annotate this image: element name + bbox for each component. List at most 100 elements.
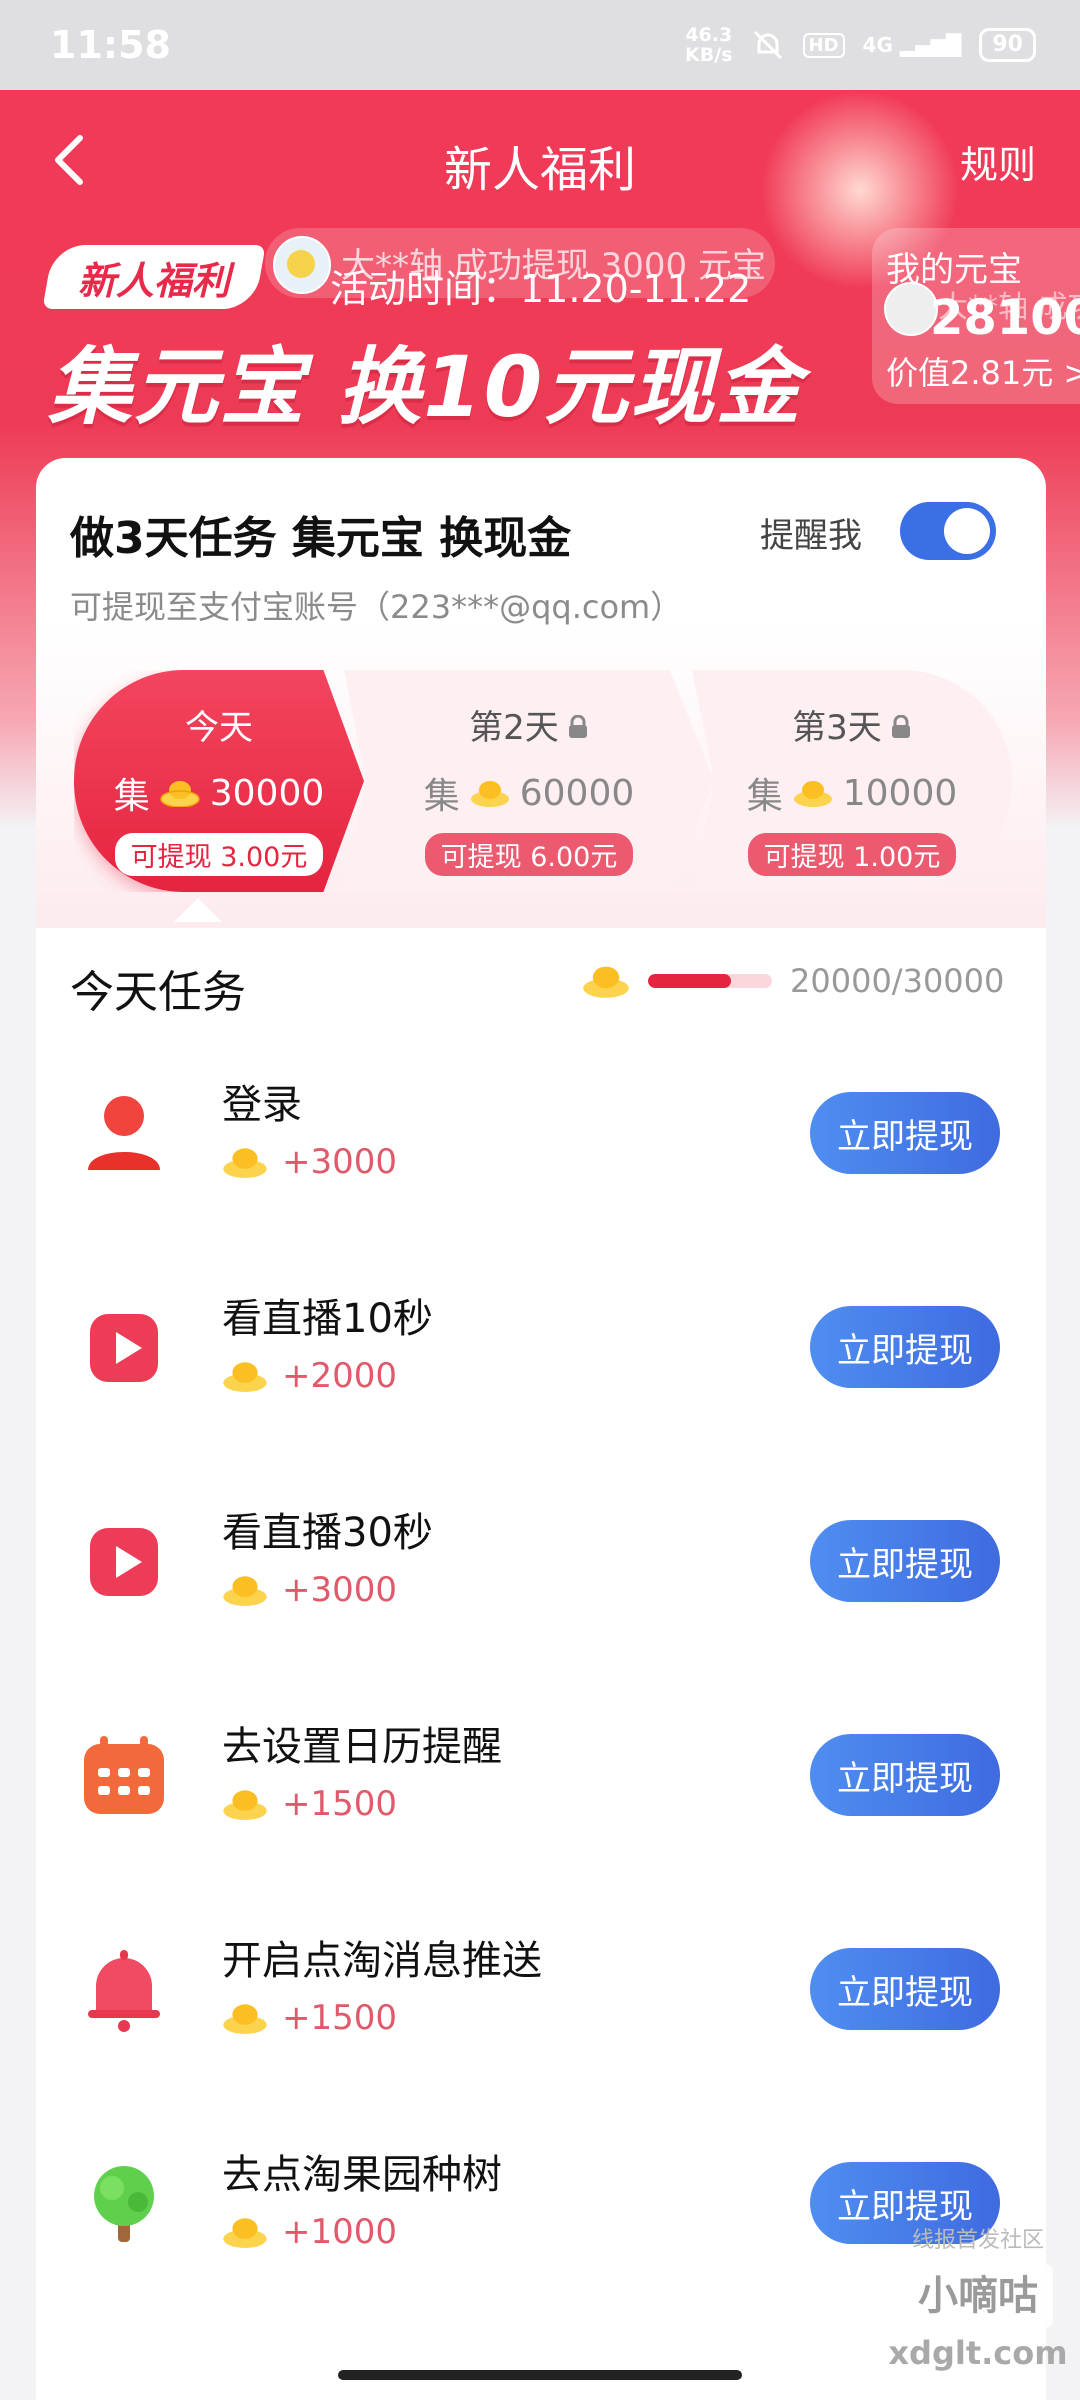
card-title: 做3天任务 集元宝 换现金 (70, 513, 572, 564)
remind-label: 提醒我 (760, 516, 862, 556)
yuanbao-icon (223, 1362, 267, 1392)
day-label: 第2天 (344, 700, 714, 749)
day-step-3[interactable]: 第3天 集 10000 可提现 1.00元 (692, 670, 1012, 892)
withdraw-button[interactable]: 立即提现 (810, 1948, 1000, 2030)
status-icons: 46.3 KB/s HD 4G ▂▄▆█ 90 (685, 25, 1036, 65)
watermark-tagline: 线报首发社区 (911, 2228, 1044, 2253)
task-name: 看直播30秒 (222, 1510, 433, 1556)
watermark-brand: 小嘀咕 (903, 2264, 1053, 2328)
mute-bell-icon (753, 30, 782, 60)
task-list: 登录 +3000 立即提现 看直播10秒 +2000 立即提现 看直播30秒 +… (36, 1048, 1046, 2332)
yuanbao-icon (470, 781, 509, 807)
my-yuanbao-amount: 28100 (930, 290, 1080, 346)
home-indicator[interactable] (338, 2370, 742, 2380)
bell-icon (88, 1950, 160, 2032)
task-item: 看直播10秒 +2000 立即提现 (36, 1262, 1046, 1476)
page-title: 新人福利 (443, 142, 636, 198)
ticker-avatar (273, 236, 331, 294)
day-step-1[interactable]: 今天 集 30000 可提现 3.00元 (74, 670, 364, 892)
remind-toggle[interactable] (900, 502, 996, 560)
task-item: 看直播30秒 +3000 立即提现 (36, 1476, 1046, 1690)
lock-icon (891, 714, 910, 738)
yuanbao-icon (223, 1790, 267, 1820)
day-pointer (174, 898, 222, 922)
newbie-tag-label: 新人福利 (78, 258, 231, 303)
task-item: 去设置日历提醒 +1500 立即提现 (36, 1690, 1046, 1904)
collect-amount: 30000 (209, 772, 325, 814)
hd-icon: HD (802, 32, 845, 58)
task-reward-amount: +1500 (282, 1784, 398, 1824)
task-name: 看直播10秒 (222, 1296, 433, 1342)
status-time: 11:58 (50, 23, 171, 67)
day-collect: 集 10000 (692, 767, 1012, 819)
day-step-2[interactable]: 第2天 集 60000 可提现 6.00元 (344, 670, 714, 892)
task-reward: +3000 (222, 1142, 397, 1182)
collect-prefix: 集 (423, 776, 460, 817)
day-label: 今天 (74, 700, 364, 749)
day-collect: 集 30000 (74, 767, 364, 819)
play-icon (90, 1528, 158, 1596)
today-tasks-title: 今天任务 (70, 967, 246, 1018)
progress-fill (648, 974, 731, 988)
withdraw-badge: 可提现 6.00元 (424, 833, 634, 876)
day-label: 第3天 (692, 700, 1012, 749)
yuanbao-icon (223, 2004, 267, 2034)
day-label-text: 第2天 (469, 708, 559, 748)
day-steps: 今天 集 30000 可提现 3.00元 第2天 集 60000 可提现 6.0… (74, 670, 1014, 892)
task-name: 去点淘果园种树 (222, 2152, 502, 2198)
network-rate-unit: KB/s (685, 44, 733, 66)
task-name: 登录 (222, 1082, 302, 1128)
task-reward-amount: +1500 (282, 1998, 398, 2038)
task-item: 登录 +3000 立即提现 (36, 1048, 1046, 1262)
withdraw-button[interactable]: 立即提现 (810, 1520, 1000, 1602)
my-yuanbao-value[interactable]: 价值2.81元 > (886, 348, 1080, 394)
yuanbao-icon (159, 781, 200, 807)
rules-link[interactable]: 规则 (960, 134, 1036, 189)
task-reward-amount: +1000 (282, 2212, 398, 2252)
task-name: 开启点淘消息推送 (222, 1938, 542, 1984)
user-icon (88, 1096, 160, 1170)
alipay-account-line: 可提现至支付宝账号（223***@qq.com） (70, 588, 683, 626)
progress-text: 20000/30000 (790, 962, 1005, 1000)
status-bar: 11:58 46.3 KB/s HD 4G ▂▄▆█ 90 (0, 0, 1080, 90)
calendar-icon (84, 1736, 164, 1814)
task-card: 做3天任务 集元宝 换现金 提醒我 可提现至支付宝账号（223***@qq.co… (36, 458, 1046, 2400)
network-rate: 46.3 KB/s (685, 25, 732, 65)
withdraw-badge: 可提现 1.00元 (747, 833, 957, 876)
network-rate-value: 46.3 (685, 24, 733, 46)
task-reward: +3000 (222, 1570, 397, 1610)
task-reward-amount: +3000 (282, 1570, 398, 1610)
progress-bar (648, 974, 772, 988)
yuanbao-icon (793, 781, 832, 807)
collect-amount: 10000 (842, 772, 958, 814)
task-reward: +1000 (222, 2212, 397, 2252)
withdraw-button[interactable]: 立即提现 (810, 1306, 1000, 1388)
task-item: 开启点淘消息推送 +1500 立即提现 (36, 1904, 1046, 2118)
nav-bar: 新人福利 规则 (0, 90, 1080, 230)
tree-icon (94, 2166, 154, 2242)
withdraw-button[interactable]: 立即提现 (810, 1734, 1000, 1816)
play-icon (90, 1314, 158, 1382)
today-progress: 20000/30000 (582, 962, 1004, 1000)
yuanbao-icon (223, 1576, 267, 1606)
my-yuanbao-card[interactable]: 我的元宝 大**轴 成功 28100 价值2.81元 > (872, 228, 1080, 404)
task-reward: +2000 (222, 1356, 397, 1396)
task-reward: +1500 (222, 1784, 397, 1824)
activity-time: 活动时间：11.20-11.22 (330, 267, 752, 311)
collect-prefix: 集 (113, 776, 150, 817)
withdraw-badge: 可提现 3.00元 (114, 833, 324, 876)
withdraw-button[interactable]: 立即提现 (810, 1092, 1000, 1174)
hero-headline: 集元宝 换10元现金 (48, 338, 803, 436)
day-label-text: 今天 (185, 708, 253, 748)
task-reward-amount: +2000 (282, 1356, 398, 1396)
collect-prefix: 集 (746, 776, 783, 817)
task-reward: +1500 (222, 1998, 397, 2038)
lock-icon (568, 714, 587, 738)
toggle-knob (944, 508, 990, 554)
signal-label: 4G (862, 33, 893, 57)
day-collect: 集 60000 (344, 767, 714, 819)
yuanbao-icon (583, 966, 629, 998)
yuanbao-icon (223, 2218, 267, 2248)
newbie-tag: 新人福利 (42, 245, 266, 309)
watermark: 线报首发社区 小嘀咕 xdglt.com (880, 2222, 1076, 2392)
